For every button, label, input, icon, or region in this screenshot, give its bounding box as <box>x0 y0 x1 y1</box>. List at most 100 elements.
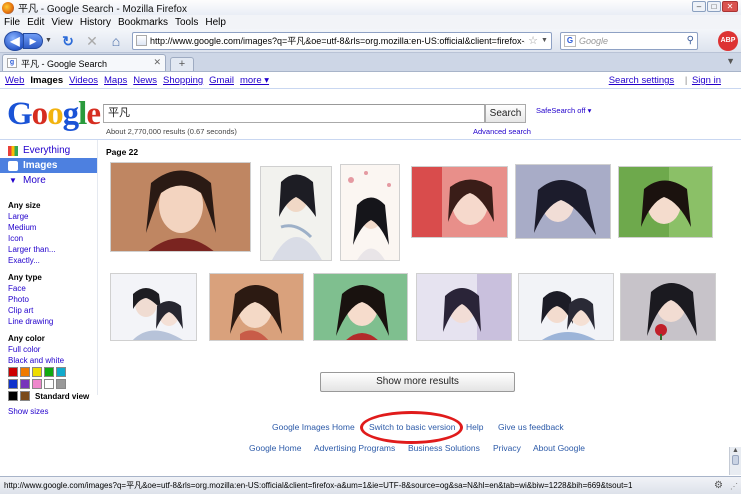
vertical-scrollbar[interactable]: ▲ <box>729 447 741 475</box>
gbar-more[interactable]: more ▾ <box>240 75 269 86</box>
size-medium-link[interactable]: Medium <box>8 222 56 233</box>
swatch-blue[interactable] <box>8 379 18 389</box>
size-exactly-link[interactable]: Exactly... <box>8 255 56 266</box>
gbar-shopping[interactable]: Shopping <box>163 75 203 86</box>
image-thumbnail[interactable] <box>313 273 408 341</box>
url-dropdown-icon[interactable]: ▼ <box>541 37 548 44</box>
minimize-button[interactable]: – <box>692 1 706 12</box>
swatch-pink[interactable] <box>32 379 42 389</box>
tab-close-icon[interactable]: ✕ <box>153 57 161 68</box>
search-bar[interactable]: G Google ⚲ <box>559 31 698 50</box>
menu-tools[interactable]: Tools <box>175 17 198 28</box>
image-thumbnail[interactable] <box>110 162 251 252</box>
footer-business-link[interactable]: Business Solutions <box>408 443 480 453</box>
footer-privacy-link[interactable]: Privacy <box>493 443 521 453</box>
swatch-teal[interactable] <box>56 367 66 377</box>
forward-button[interactable]: ▶ <box>23 32 43 49</box>
show-sizes-link[interactable]: Show sizes <box>8 407 48 416</box>
footer-help-link[interactable]: Help <box>466 422 483 432</box>
menu-edit[interactable]: Edit <box>27 17 44 28</box>
menu-view[interactable]: View <box>51 17 73 28</box>
type-photo-link[interactable]: Photo <box>8 294 53 305</box>
sign-in-link[interactable]: Sign in <box>692 75 721 86</box>
tab-list-icon[interactable]: ▼ <box>726 56 735 66</box>
advanced-search-link[interactable]: Advanced search <box>473 127 531 136</box>
image-thumbnail[interactable] <box>411 166 508 238</box>
history-dropdown-icon[interactable]: ▼ <box>45 37 52 44</box>
scroll-up-icon[interactable]: ▲ <box>730 447 741 454</box>
safesearch-toggle[interactable]: SafeSearch off ▾ <box>536 106 591 115</box>
image-thumbnail[interactable] <box>416 273 512 341</box>
menu-help[interactable]: Help <box>205 17 226 28</box>
menu-file[interactable]: File <box>4 17 20 28</box>
status-url: http://www.google.com/images?q=平凡&oe=utf… <box>4 481 633 490</box>
swatch-white[interactable] <box>44 379 54 389</box>
nav-more[interactable]: ▼ More <box>0 173 97 188</box>
type-clipart-link[interactable]: Clip art <box>8 305 53 316</box>
color-bw-link[interactable]: Black and white <box>8 355 64 366</box>
adblock-icon[interactable]: ABP <box>718 31 738 51</box>
gbar-maps[interactable]: Maps <box>104 75 127 86</box>
nav-everything[interactable]: Everything <box>0 143 97 158</box>
maximize-button[interactable]: □ <box>707 1 721 12</box>
image-thumbnail[interactable] <box>209 273 304 341</box>
image-thumbnail[interactable] <box>340 164 400 261</box>
color-full-link[interactable]: Full color <box>8 344 64 355</box>
footer-advertising-link[interactable]: Advertising Programs <box>314 443 395 453</box>
image-thumbnail[interactable] <box>260 166 332 261</box>
new-tab-button[interactable]: + <box>170 57 194 71</box>
gbar-images: Images <box>30 75 64 86</box>
swatch-purple[interactable] <box>20 379 30 389</box>
query-input[interactable]: 平凡 <box>103 104 485 123</box>
swatch-brown[interactable] <box>20 391 30 401</box>
swatch-yellow[interactable] <box>32 367 42 377</box>
size-large-link[interactable]: Large <box>8 211 56 222</box>
footer-feedback-link[interactable]: Give us feedback <box>498 422 564 432</box>
home-icon[interactable]: ⌂ <box>108 33 124 49</box>
left-nav: Everything Images ▼ More <box>0 143 97 188</box>
menu-bookmarks[interactable]: Bookmarks <box>118 17 168 28</box>
size-larger-than-link[interactable]: Larger than... <box>8 244 56 255</box>
search-button[interactable]: Search <box>485 104 526 123</box>
gbar-videos[interactable]: Videos <box>69 75 98 86</box>
search-engine-icon[interactable]: G <box>563 34 576 47</box>
gbar-web[interactable]: Web <box>5 75 24 86</box>
footer-about-link[interactable]: About Google <box>533 443 585 453</box>
footer-google-home-link[interactable]: Google Home <box>249 443 301 453</box>
nav-images[interactable]: Images <box>0 158 97 173</box>
type-line-drawing-link[interactable]: Line drawing <box>8 316 53 327</box>
gbar-gmail[interactable]: Gmail <box>209 75 234 86</box>
image-thumbnail[interactable] <box>515 164 611 239</box>
bookmark-star-icon[interactable]: ☆ <box>528 34 538 47</box>
show-more-results-button[interactable]: Show more results <box>320 372 515 392</box>
swatch-red[interactable] <box>8 367 18 377</box>
search-settings-link[interactable]: Search settings <box>609 75 674 86</box>
size-icon-link[interactable]: Icon <box>8 233 56 244</box>
search-bar-placeholder[interactable]: Google <box>579 36 687 46</box>
swatch-orange[interactable] <box>20 367 30 377</box>
search-icon[interactable]: ⚲ <box>687 35 694 46</box>
close-button[interactable]: ✕ <box>722 1 738 12</box>
stop-icon[interactable]: ✕ <box>84 33 100 49</box>
menu-history[interactable]: History <box>80 17 111 28</box>
url-bar[interactable]: http://www.google.com/images?q=平凡&oe=utf… <box>131 31 552 50</box>
image-thumbnail[interactable] <box>618 166 713 238</box>
swatch-black[interactable] <box>8 391 18 401</box>
swatch-green[interactable] <box>44 367 54 377</box>
addon-icon[interactable]: ⚙ <box>714 480 723 491</box>
footer-images-home-link[interactable]: Google Images Home <box>272 422 355 432</box>
type-face-link[interactable]: Face <box>8 283 53 294</box>
google-logo[interactable]: Google <box>7 96 101 133</box>
url-text[interactable]: http://www.google.com/images?q=平凡&oe=utf… <box>150 34 525 47</box>
results-count: About 2,770,000 results (0.67 seconds) <box>106 127 237 136</box>
image-thumbnail[interactable] <box>518 273 614 341</box>
gbar-news[interactable]: News <box>133 75 157 86</box>
image-thumbnail[interactable] <box>620 273 716 341</box>
swatch-gray[interactable] <box>56 379 66 389</box>
resize-grip-icon[interactable]: ⋰ <box>730 482 738 491</box>
title-bar: 平凡 - Google Search - Mozilla Firefox – □… <box>0 0 741 15</box>
reload-icon[interactable]: ↻ <box>60 33 76 49</box>
tab-google-search[interactable]: g 平凡 - Google Search ✕ <box>2 54 166 71</box>
scroll-thumb[interactable] <box>732 455 739 465</box>
image-thumbnail[interactable] <box>110 273 197 341</box>
